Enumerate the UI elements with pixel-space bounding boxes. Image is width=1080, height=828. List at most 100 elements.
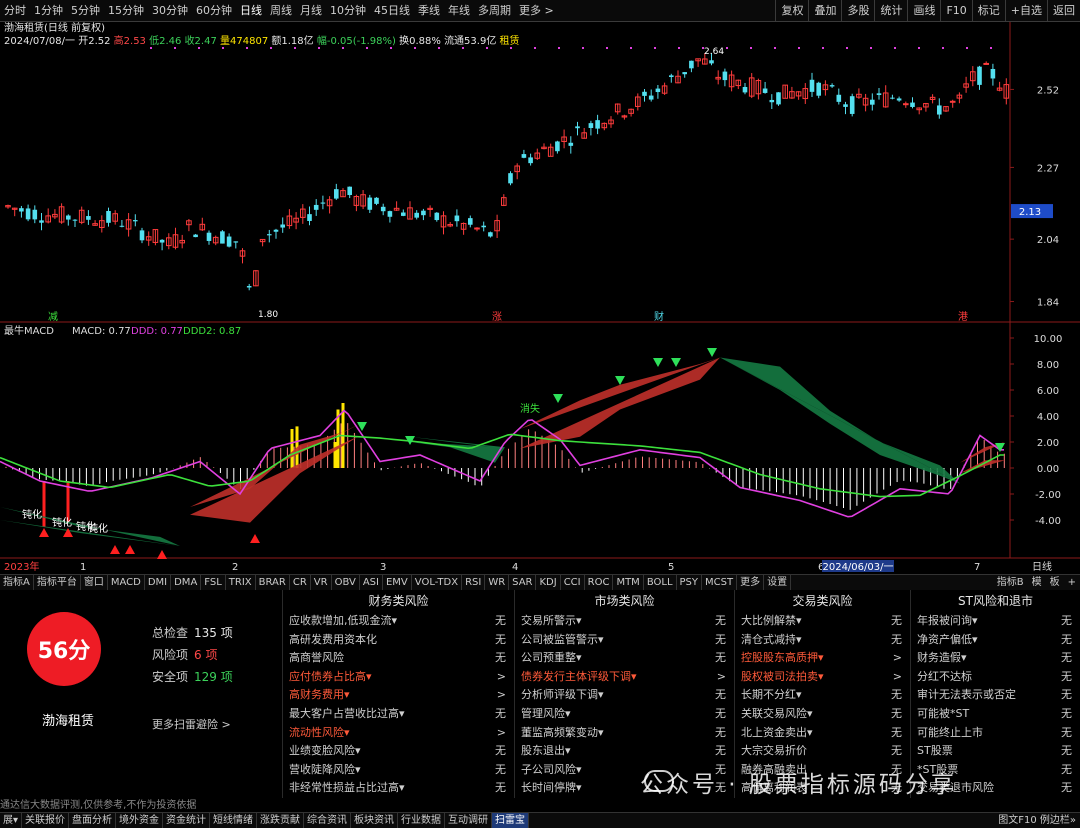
chart-area[interactable]: 2.52 2.27 2.04 1.84 2.13 2.64 1.80 减 涨 财 港最牛MACD MA… [0,22,1080,574]
risk-item[interactable]: 股权被司法拍卖▾ > [735,668,910,687]
period-8[interactable]: 月线 [296,0,326,22]
risk-item[interactable]: 营收陡降风险▾ 无 [283,761,514,780]
bottom-tab-3[interactable]: 境外资金 [116,813,164,828]
indicator-right-2[interactable]: 板 [1046,575,1064,590]
risk-item[interactable]: 债券发行主体评级下调▾ > [515,668,734,687]
risk-item[interactable]: 大宗交易折价 无 [735,742,910,761]
indicator-tab-13[interactable]: EMV [383,575,412,590]
indicator-tab-8[interactable]: BRAR [256,575,290,590]
risk-item[interactable]: 交易所警示▾ 无 [515,612,734,631]
bottom-tab-9[interactable]: 行业数据 [398,813,446,828]
toolbar-btn-7[interactable]: +自选 [1004,0,1047,22]
risk-item[interactable]: 董监高频繁变动▾ 无 [515,724,734,743]
bottom-tab-10[interactable]: 互动调研 [445,813,493,828]
risk-item[interactable]: 公司预重整▾ 无 [515,649,734,668]
risk-item[interactable]: 应收款增加,低现金流▾ 无 [283,612,514,631]
risk-item[interactable]: ST股票 无 [911,742,1080,761]
period-9[interactable]: 10分钟 [326,0,370,22]
risk-item[interactable]: 净资产偏低▾ 无 [911,631,1080,650]
indicator-right-0[interactable]: 指标B [993,575,1028,590]
risk-item[interactable]: 关联交易风险▾ 无 [735,705,910,724]
bottom-right-controls[interactable]: 图文F10 例边栏» [998,813,1076,828]
toolbar-btn-3[interactable]: 统计 [874,0,907,22]
more-scan-link[interactable]: 更多扫雷避险 > [152,716,231,732]
risk-item[interactable]: 可能终止上市 无 [911,724,1080,743]
period-12[interactable]: 年线 [444,0,474,22]
indicator-right-3[interactable]: + [1064,575,1080,590]
toolbar-btn-2[interactable]: 多股 [841,0,874,22]
period-10[interactable]: 45日线 [370,0,414,22]
risk-item[interactable]: 可能被*ST 无 [911,705,1080,724]
period-0[interactable]: 分时 [0,0,30,22]
indicator-tab-3[interactable]: MACD [108,575,145,590]
risk-item[interactable]: 审计无法表示或否定 无 [911,686,1080,705]
risk-item[interactable]: 公司被监管警示▾ 无 [515,631,734,650]
period-7[interactable]: 周线 [266,0,296,22]
risk-item[interactable]: 分红不达标 无 [911,668,1080,687]
toolbar-btn-0[interactable]: 复权 [775,0,808,22]
bottom-tab-5[interactable]: 短线情绪 [210,813,258,828]
risk-item[interactable]: 清仓式减持▾ 无 [735,631,910,650]
bottom-tab-8[interactable]: 板块资讯 [351,813,399,828]
indicator-right-1[interactable]: 模 [1028,575,1046,590]
bottom-tab-4[interactable]: 资金统计 [163,813,211,828]
risk-item[interactable]: 流动性风险▾ > [283,724,514,743]
bottom-tab-0[interactable]: 展▾ [0,813,23,828]
indicator-tab-11[interactable]: OBV [332,575,360,590]
risk-item[interactable]: 业绩变脸风险▾ 无 [283,742,514,761]
indicator-tab-24[interactable]: MCST [702,575,738,590]
indicator-tab-14[interactable]: VOL-TDX [412,575,463,590]
bottom-tab-6[interactable]: 涨跌贡献 [257,813,305,828]
period-14[interactable]: 更多 > [515,0,558,22]
risk-item[interactable]: 分析师评级下调▾ 无 [515,686,734,705]
risk-item[interactable]: 应付债券占比高▾ > [283,668,514,687]
risk-item[interactable]: 财务造假▾ 无 [911,649,1080,668]
period-3[interactable]: 15分钟 [104,0,148,22]
period-1[interactable]: 1分钟 [30,0,67,22]
toolbar-btn-8[interactable]: 返回 [1047,0,1080,22]
indicator-tab-19[interactable]: CCI [561,575,585,590]
period-4[interactable]: 30分钟 [148,0,192,22]
bottom-tab-1[interactable]: 关联报价 [22,813,70,828]
indicator-tab-23[interactable]: PSY [677,575,703,590]
indicator-tab-6[interactable]: FSL [201,575,226,590]
toolbar-btn-5[interactable]: F10 [940,0,971,22]
indicator-tab-21[interactable]: MTM [613,575,644,590]
indicator-tab-20[interactable]: ROC [585,575,614,590]
indicator-tab-26[interactable]: 设置 [764,575,792,590]
risk-item[interactable]: 大比例解禁▾ 无 [735,612,910,631]
indicator-tab-22[interactable]: BOLL [644,575,677,590]
indicator-tab-1[interactable]: 指标平台 [34,575,81,590]
indicator-tab-16[interactable]: WR [485,575,510,590]
indicator-tab-15[interactable]: RSI [462,575,486,590]
period-2[interactable]: 5分钟 [67,0,104,22]
indicator-tab-9[interactable]: CR [290,575,311,590]
bottom-tab-11[interactable]: 扫雷宝 [492,813,530,828]
period-11[interactable]: 季线 [414,0,444,22]
indicator-tab-10[interactable]: VR [311,575,332,590]
indicator-tab-7[interactable]: TRIX [226,575,256,590]
risk-item[interactable]: 高商誉风险 无 [283,649,514,668]
risk-item[interactable]: 股东退出▾ 无 [515,742,734,761]
risk-item[interactable]: 长期不分红▾ 无 [735,686,910,705]
risk-item[interactable]: 最大客户占营收比过高▾ 无 [283,705,514,724]
indicator-tab-2[interactable]: 窗口 [81,575,108,590]
bottom-tab-7[interactable]: 综合资讯 [304,813,352,828]
toolbar-btn-1[interactable]: 叠加 [808,0,841,22]
toolbar-btn-6[interactable]: 标记 [971,0,1005,22]
indicator-tab-17[interactable]: SAR [509,575,537,590]
risk-item[interactable]: 年报被问询▾ 无 [911,612,1080,631]
risk-item[interactable]: 北上资金卖出▾ 无 [735,724,910,743]
indicator-tab-5[interactable]: DMA [171,575,202,590]
risk-item[interactable]: 非经常性损益占比过高▾ 无 [283,779,514,798]
indicator-tab-0[interactable]: 指标A [0,575,34,590]
period-5[interactable]: 60分钟 [192,0,236,22]
risk-item[interactable]: 控股股东高质押▾ > [735,649,910,668]
indicator-tab-12[interactable]: ASI [360,575,383,590]
indicator-tab-18[interactable]: KDJ [536,575,561,590]
period-6[interactable]: 日线 [236,0,266,22]
risk-item[interactable]: 管理风险▾ 无 [515,705,734,724]
bottom-tab-2[interactable]: 盘面分析 [69,813,117,828]
indicator-tab-25[interactable]: 更多 [737,575,765,590]
indicator-tab-4[interactable]: DMI [145,575,172,590]
